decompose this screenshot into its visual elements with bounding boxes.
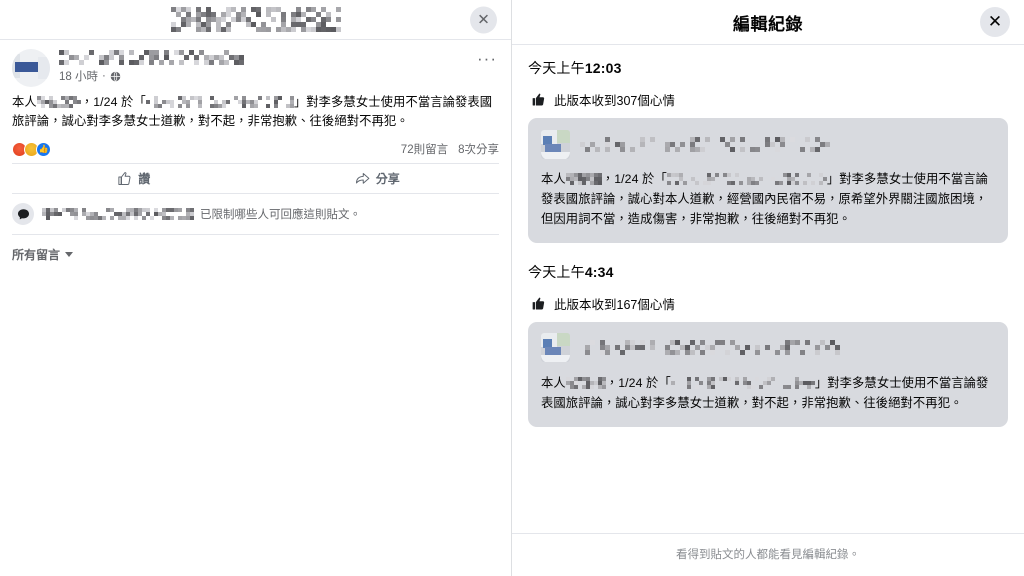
post-dialog-header: ✕ [0, 0, 511, 40]
shares-count[interactable]: 8次分享 [458, 141, 499, 157]
edit-version-redaction-2 [666, 173, 827, 185]
avatar [541, 333, 570, 363]
comments-count[interactable]: 72則留言 [401, 141, 448, 157]
edit-entry-reaction-summary: 此版本收到307個心情 [528, 90, 1008, 109]
edit-history-panel: 編輯紀錄 ✕ 今天上午12:03 此版本收到307個心情 本人 ，1/24 於「… [512, 0, 1024, 576]
thumbs-up-filled-icon [532, 297, 545, 310]
post-dialog-panel: ✕ 18 小時 · ··· 本人 ，1/24 於「 」對李多慧女士使用不當言論發… [0, 0, 512, 576]
like-button[interactable]: 讚 [12, 164, 256, 193]
close-edit-history-button[interactable]: ✕ [980, 7, 1010, 37]
like-reaction-icon [36, 141, 51, 157]
edit-entry-timestamp: 今天上午12:03 [528, 58, 1008, 78]
edit-version-text-segment-1: 本人 [541, 172, 566, 186]
post-author-name-redacted[interactable] [59, 50, 244, 65]
edit-version-author-redacted [580, 340, 840, 356]
edit-entry-reaction-summary: 此版本收到167個心情 [528, 294, 1008, 313]
restriction-name-redacted [42, 208, 194, 221]
thumbs-up-filled-icon [532, 93, 545, 106]
edit-version-card: 本人 ，1/24 於「 」對李多慧女士使用不當言論發表國旅評論，誠心對李多慧女士道歉… [528, 321, 1008, 427]
edit-entry-timestamp: 今天上午4:34 [528, 262, 1008, 282]
edit-history-entry: 今天上午4:34 此版本收到167個心情 本人 ，1/24 於「 」對李多慧女士… [528, 243, 1008, 427]
post-text-redaction-1 [36, 96, 81, 108]
post-action-bar: 讚 分享 [12, 163, 500, 195]
avatar [541, 129, 570, 159]
post-text: 本人 ，1/24 於「 」對李多慧女士使用不當言論發表國旅評論，誠心對李多慧女士道歉… [12, 91, 499, 137]
edit-version-redaction-1 [565, 173, 602, 185]
edit-entry-timestamp-time: 4:34 [584, 263, 614, 280]
comment-restriction-text: 已限制哪些人可回應這則貼文。 [42, 206, 361, 222]
edit-entry-timestamp-time: 12:03 [584, 60, 622, 76]
edit-version-text: 本人 ，1/24 於「 」對李多慧女士使用不當言論發表國旅評論，誠心對李多慧女士道歉… [541, 374, 995, 414]
edit-history-footer-note: 看得到貼文的人都能看見編輯紀錄。 [512, 533, 1024, 576]
edit-history-header: 編輯紀錄 ✕ [512, 0, 1024, 45]
edit-version-text-segment-1: 本人 [541, 375, 566, 390]
comment-restriction-row: 已限制哪些人可回應這則貼文。 [12, 194, 499, 236]
post-time-ago[interactable]: 18 小時 [59, 68, 98, 84]
share-button-label: 分享 [375, 172, 400, 187]
page-title: 編輯紀錄 [733, 14, 803, 34]
post-timestamp-row: 18 小時 · [59, 68, 244, 84]
edit-version-text-segment-2: ，1/24 於「 [601, 172, 667, 186]
edit-version-author-redacted [580, 136, 830, 152]
chevron-down-icon [65, 252, 74, 258]
share-button[interactable]: 分享 [256, 164, 500, 193]
globe-icon [110, 70, 121, 82]
screenshot-root: ✕ 18 小時 · ··· 本人 ，1/24 於「 」對李多慧女士使用不當言論發… [0, 0, 1024, 576]
edit-entry-timestamp-label: 今天上午 [528, 60, 585, 76]
comment-bubble-glyph [17, 208, 29, 219]
comment-bubble-icon [12, 203, 34, 226]
edit-history-entry: 今天上午12:03 此版本收到307個心情 本人 ，1/24 於「 」對李多慧女… [528, 45, 1008, 243]
share-arrow-icon [355, 173, 370, 184]
edit-version-card: 本人 ，1/24 於「 」對李多慧女士使用不當言論發表國旅評論，誠心對本人道歉，經營… [528, 118, 1008, 243]
thumbs-up-outline-icon [118, 172, 131, 186]
post-text-segment-2: ，1/24 於「 [80, 95, 146, 109]
restriction-message: 已限制哪些人可回應這則貼文。 [200, 209, 361, 222]
edit-version-text-segment-2: ，1/24 於「 [605, 375, 671, 390]
close-post-dialog-button[interactable]: ✕ [470, 6, 497, 33]
post-author-row: 18 小時 · ··· [12, 40, 499, 91]
like-button-label: 讚 [138, 172, 151, 187]
edit-version-author-row [541, 333, 995, 363]
post-options-button[interactable]: ··· [477, 50, 497, 67]
post-text-segment-1: 本人 [12, 95, 37, 109]
post-stats-row: 72則留言 8次分享 [12, 137, 499, 163]
edit-entry-reaction-text: 此版本收到307個心情 [554, 94, 675, 108]
edit-version-text: 本人 ，1/24 於「 」對李多慧女士使用不當言論發表國旅評論，誠心對本人道歉，經營… [541, 170, 995, 230]
comments-filter-label: 所有留言 [12, 248, 61, 263]
comments-filter-dropdown[interactable]: 所有留言 [12, 235, 499, 274]
post-body: 18 小時 · ··· 本人 ，1/24 於「 」對李多慧女士使用不當言論發表國旅評… [0, 40, 511, 163]
post-stats-counts: 72則留言 8次分享 [401, 141, 499, 157]
edit-entry-reaction-text: 此版本收到167個心情 [554, 297, 675, 312]
post-author-meta: 18 小時 · [59, 49, 244, 84]
post-text-redaction-2 [145, 96, 294, 108]
edit-version-redaction-2 [670, 376, 815, 389]
avatar[interactable] [12, 49, 50, 87]
post-dialog-title-redacted [170, 7, 341, 32]
edit-history-list[interactable]: 今天上午12:03 此版本收到307個心情 本人 ，1/24 於「 」對李多慧女… [512, 45, 1024, 533]
edit-version-author-row [541, 129, 995, 159]
reaction-icons-group[interactable] [12, 141, 51, 157]
edit-version-redaction-1 [565, 376, 606, 389]
edit-entry-timestamp-label: 今天上午 [528, 263, 585, 280]
